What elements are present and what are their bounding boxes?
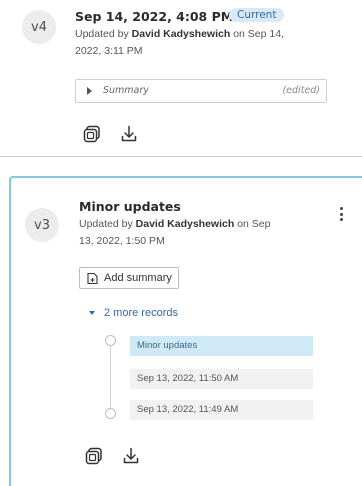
author-name: David Kadyshewich [135, 218, 235, 230]
timeline-dot-start [105, 335, 116, 346]
more-records-toggle[interactable]: 2 more records [89, 307, 178, 319]
version-updated-info: Updated by David Kadyshewich on Sep 14, … [75, 26, 325, 60]
updated-date-part1: on Sep [237, 218, 271, 230]
updated-prefix: Updated by [79, 218, 133, 230]
record-item[interactable]: Sep 13, 2022, 11:50 AM [130, 369, 313, 389]
add-note-icon [87, 272, 98, 284]
more-records-label: 2 more records [104, 307, 178, 319]
version-badge: v4 [22, 10, 56, 44]
version-card-v3[interactable]: v3 Minor updates Updated by David Kadysh… [9, 176, 362, 486]
updated-date-part2: 2022, 3:11 PM [75, 45, 143, 57]
record-item[interactable]: Sep 13, 2022, 11:49 AM [130, 400, 313, 420]
updated-prefix: Updated by [75, 28, 129, 40]
download-icon[interactable] [121, 446, 141, 466]
add-summary-button[interactable]: Add summary [79, 267, 179, 289]
version-title: Sep 14, 2022, 4:08 PM [75, 9, 234, 24]
timeline-dot-end [105, 408, 116, 419]
more-vertical-icon[interactable] [337, 204, 345, 224]
updated-date-part1: on Sep 14, [233, 28, 284, 40]
chevron-right-icon [87, 87, 92, 95]
compare-icon[interactable] [82, 124, 102, 144]
summary-label: Summary [103, 85, 149, 96]
version-updated-info: Updated by David Kadyshewich on Sep 13, … [79, 216, 319, 250]
compare-icon[interactable] [84, 446, 104, 466]
timeline-line [110, 343, 111, 413]
download-icon[interactable] [119, 124, 139, 144]
record-item[interactable]: Minor updates [130, 336, 313, 356]
author-name: David Kadyshewich [131, 28, 231, 40]
updated-date-part2: 13, 2022, 1:50 PM [79, 235, 165, 247]
version-badge: v3 [25, 208, 59, 242]
add-summary-label: Add summary [104, 272, 172, 284]
version-title: Minor updates [79, 199, 181, 214]
summary-toggle[interactable]: Summary (edited) [75, 79, 327, 103]
chevron-down-icon [89, 311, 95, 316]
version-divider [0, 156, 362, 157]
version-card-v4[interactable]: v4 Sep 14, 2022, 4:08 PM Current Updated… [0, 0, 362, 152]
summary-edited-status: (edited) [282, 85, 320, 96]
current-badge: Current [229, 8, 285, 22]
